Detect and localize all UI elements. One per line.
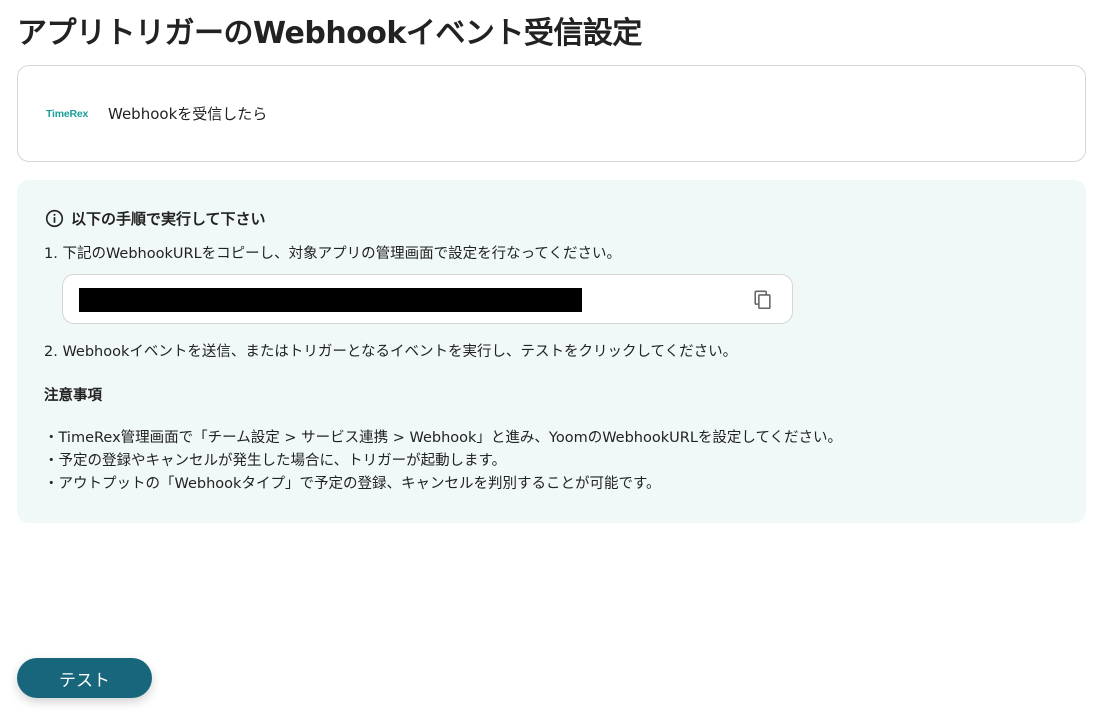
- page-title: アプリトリガーのWebhookイベント受信設定: [17, 16, 642, 51]
- test-button[interactable]: テスト: [17, 658, 152, 698]
- webhook-url-field[interactable]: [62, 274, 793, 324]
- step-1-text: 1. 下記のWebhookURLをコピーし、対象アプリの管理画面で設定を行なって…: [44, 246, 621, 262]
- page: アプリトリガーのWebhookイベント受信設定 TimeRex Webhookを…: [0, 0, 1107, 716]
- info-circle-icon: [45, 209, 64, 228]
- trigger-card: TimeRex Webhookを受信したら: [17, 65, 1086, 162]
- notice-item: ・TimeRex管理画面で「チーム設定 > サービス連携 > Webhook」と…: [44, 430, 843, 446]
- notice-item: ・予定の登録やキャンセルが発生した場合に、トリガーが起動します。: [44, 453, 507, 469]
- instruction-heading: 以下の手順で実行して下さい: [45, 208, 266, 229]
- notice-heading: 注意事項: [44, 388, 102, 404]
- instruction-panel: 以下の手順で実行して下さい 1. 下記のWebhookURLをコピーし、対象アプ…: [17, 180, 1086, 523]
- copy-icon[interactable]: [752, 289, 774, 311]
- webhook-url-value[interactable]: [79, 288, 582, 312]
- step-2-text: 2. Webhookイベントを送信、またはトリガーとなるイベントを実行し、テスト…: [44, 344, 738, 360]
- app-logo-text: TimeRex: [46, 107, 89, 120]
- instruction-heading-text: 以下の手順で実行して下さい: [71, 210, 266, 228]
- notice-item: ・アウトプットの「Webhookタイプ」で予定の登録、キャンセルを判別することが…: [44, 476, 661, 492]
- app-logo: TimeRex: [46, 108, 90, 120]
- trigger-label: Webhookを受信したら: [108, 105, 268, 123]
- notice-list: ・TimeRex管理画面で「チーム設定 > サービス連携 > Webhook」と…: [44, 427, 842, 496]
